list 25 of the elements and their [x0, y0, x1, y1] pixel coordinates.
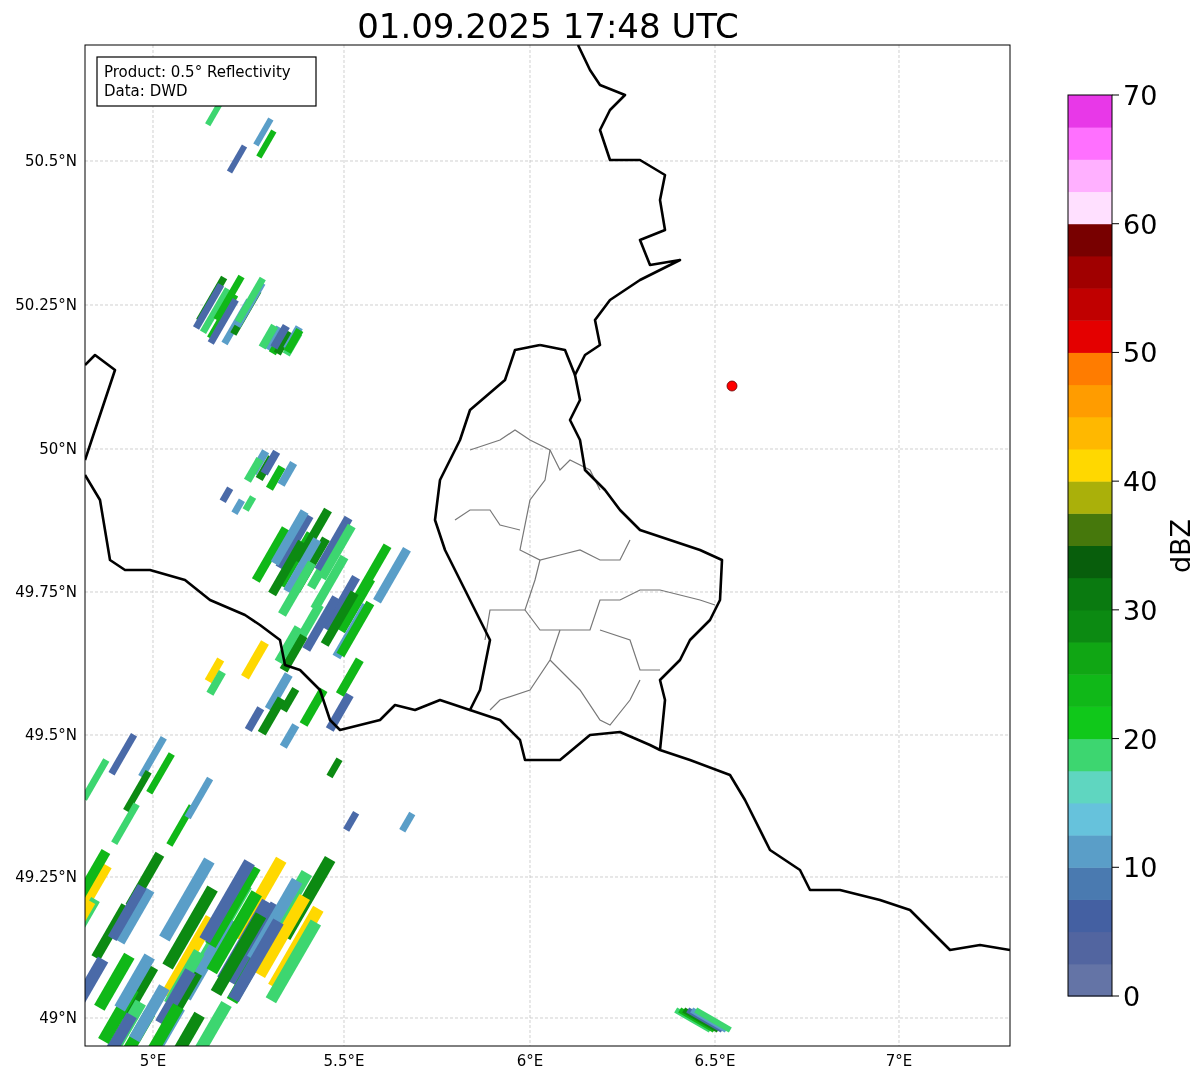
colorbar-tick-label: 50: [1123, 337, 1158, 369]
colorbar-tick-label: 70: [1123, 80, 1158, 111]
info-text: Data: DWD: [104, 82, 188, 100]
y-tick-label: 50.5°N: [24, 152, 77, 170]
colorbar-tick-label: 10: [1123, 852, 1158, 884]
colorbar-tick-label: 0: [1123, 981, 1141, 1012]
chart-title: 01.09.2025 17:48 UTC: [357, 6, 739, 46]
y-tick-label: 49.75°N: [15, 583, 77, 601]
colorbar-tick-label: 60: [1123, 208, 1158, 240]
x-tick-label: 6°E: [516, 1052, 544, 1070]
x-tick-label: 6.5°E: [694, 1052, 736, 1070]
y-tick-label: 49.25°N: [15, 868, 77, 886]
y-tick-label: 49°N: [39, 1009, 77, 1027]
info-text: Product: 0.5° Reflectivity: [104, 63, 291, 81]
colorbar-label: dBZ: [1165, 518, 1196, 574]
x-tick-label: 5.5°E: [323, 1052, 365, 1070]
station-marker: [726, 380, 738, 392]
y-tick-label: 50°N: [39, 440, 77, 458]
y-tick-label: 50.25°N: [15, 296, 77, 314]
y-tick-label: 49.5°N: [24, 726, 77, 744]
x-tick-label: 5°E: [139, 1052, 167, 1070]
colorbar-tick-label: 40: [1123, 466, 1158, 498]
x-tick-label: 7°E: [885, 1052, 913, 1070]
colorbar-tick-label: 30: [1123, 594, 1158, 626]
colorbar-tick-label: 20: [1123, 723, 1158, 755]
